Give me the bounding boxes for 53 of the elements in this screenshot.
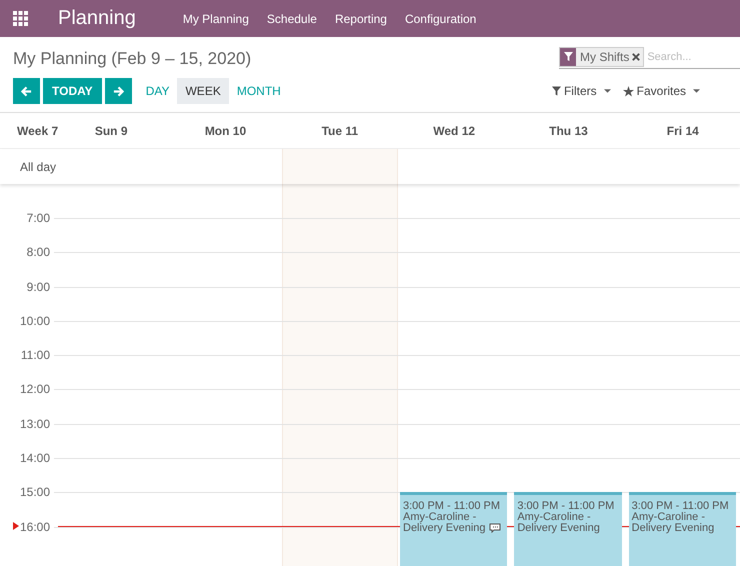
hour-label: 8:00 (26, 245, 51, 260)
hour-label: 10:00 (20, 314, 52, 328)
event-time: 3:00 PM - 11:00 PM (632, 501, 730, 512)
caret-icon (604, 89, 611, 93)
arrow-right-icon (112, 86, 124, 96)
next-button[interactable] (104, 78, 132, 104)
hour-label: 16:00 (20, 520, 52, 534)
day-header: Fri 14 (666, 124, 699, 138)
remove-icon (632, 52, 640, 60)
event-title: Amy-Caroline - Delivery Evening (403, 512, 504, 534)
previous-button[interactable] (13, 78, 40, 104)
shift-event[interactable]: 3:00 PM - 11:00 PM Amy-Caroline - Delivery Evening (628, 492, 736, 566)
favorites-dropdown[interactable]: Favorites (622, 84, 700, 98)
hour-label: 12:00 (20, 382, 52, 396)
menu-item[interactable]: Configuration (396, 12, 486, 26)
all-day-label: All day (20, 160, 56, 174)
app-title: Planning (58, 7, 136, 30)
day-header: Thu 13 (549, 124, 588, 138)
shift-event[interactable]: 3:00 PM - 11:00 PM Amy-Caroline - Delivery Evening (400, 492, 508, 566)
scale-button[interactable]: WEEK (177, 78, 229, 104)
filters-dropdown[interactable]: Filters (552, 84, 611, 98)
facet-label: My Shifts (579, 50, 630, 64)
shift-event[interactable]: 3:00 PM - 11:00 PM Amy-Caroline - Delivery Evening (514, 492, 622, 566)
day-header: Wed 12 (433, 124, 476, 138)
menu-item[interactable]: Reporting (326, 12, 396, 26)
event-title: Amy-Caroline - Delivery Evening (632, 512, 716, 534)
scale-button[interactable]: DAY (138, 78, 178, 104)
menu-item[interactable]: Schedule (258, 12, 326, 26)
arrow-left-icon (21, 86, 32, 96)
hour-label: 11:00 (20, 348, 51, 362)
menu-item[interactable]: My Planning (174, 12, 258, 26)
day-header: Mon 10 (204, 124, 246, 138)
day-header: Tue 11 (322, 124, 358, 138)
week-number: Week 7 (17, 124, 58, 138)
hour-label: 15:00 (20, 485, 52, 500)
filter-icon (564, 52, 572, 61)
page-title: My Planning (Feb 9 – 15, 2020) (13, 49, 252, 69)
event-title: Amy-Caroline - Delivery Evening (517, 512, 601, 534)
current-time-marker-icon (13, 522, 19, 530)
star-icon (622, 86, 634, 96)
comment-icon (488, 523, 501, 534)
hour-label: 9:00 (26, 280, 51, 294)
hour-label: 14:00 (20, 451, 52, 466)
day-header: Sun 9 (94, 124, 128, 138)
filter-icon (552, 86, 561, 96)
today-button[interactable]: TODAY (43, 78, 102, 104)
caret-icon (693, 89, 700, 93)
event-time: 3:00 PM - 11:00 PM (517, 501, 616, 512)
hour-label: 13:00 (20, 416, 52, 431)
apps-grid-icon[interactable] (13, 11, 28, 26)
hour-label: 7:00 (26, 211, 51, 225)
event-time: 3:00 PM - 11:00 PM (403, 501, 502, 512)
scale-button[interactable]: MONTH (228, 78, 289, 104)
